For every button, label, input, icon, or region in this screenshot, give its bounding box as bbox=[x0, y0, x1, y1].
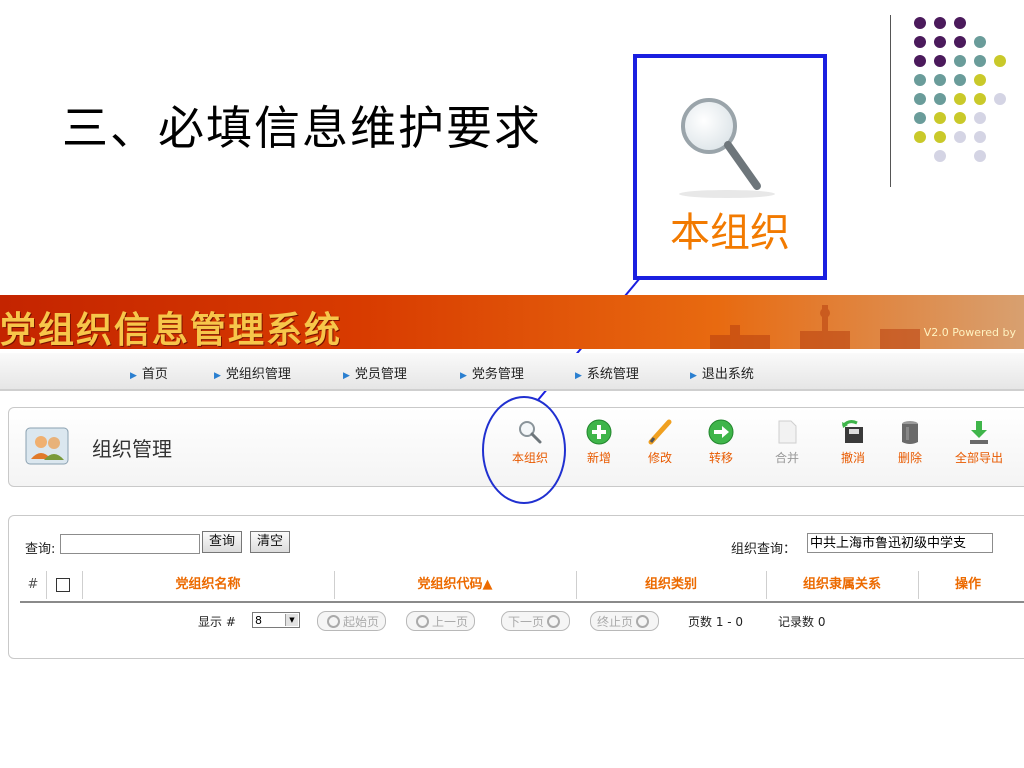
clear-button[interactable]: 清空 bbox=[250, 531, 291, 553]
nav-item-member-management[interactable]: ▶ 党员管理 bbox=[343, 363, 407, 382]
zoom-callout-label: 本组织 bbox=[670, 210, 790, 256]
nav-arrow-icon: ▶ bbox=[343, 371, 350, 381]
column-header-org-code[interactable]: 党组织代码▲ bbox=[334, 569, 576, 601]
toolbar-merge-button[interactable]: 合并 bbox=[757, 418, 817, 466]
plus-circle-icon bbox=[586, 419, 612, 445]
magnifier-icon bbox=[679, 98, 775, 198]
nav-arrow-icon: ▶ bbox=[575, 371, 582, 381]
nav-arrow-icon: ▶ bbox=[214, 371, 221, 381]
page-count-text: 页数 1 - 0 bbox=[688, 615, 744, 629]
toolbar-add-button[interactable]: 新增 bbox=[569, 418, 629, 466]
column-header-index: # bbox=[27, 577, 39, 592]
nav-item-org-management[interactable]: ▶ 党组织管理 bbox=[214, 363, 291, 382]
org-list-panel: 查询: 查询 清空 组织查询： 中共上海市鲁迅初级中学支 # 党组织名称 党组织… bbox=[8, 515, 1024, 659]
last-page-button[interactable]: 终止页 bbox=[590, 611, 660, 631]
highlight-circle bbox=[482, 396, 566, 504]
nav-item-logout[interactable]: ▶ 退出系统 bbox=[690, 363, 754, 382]
nav-arrow-icon: ▶ bbox=[460, 371, 467, 381]
nav-item-home[interactable]: ▶ 首页 bbox=[130, 363, 168, 382]
nav-item-affairs-management[interactable]: ▶ 党务管理 bbox=[460, 363, 524, 382]
circle-icon bbox=[547, 615, 561, 628]
app-version: V2.0 Powered by bbox=[923, 326, 1016, 339]
column-divider bbox=[46, 571, 47, 599]
trash-icon bbox=[902, 421, 918, 444]
org-query-label: 组织查询： bbox=[731, 542, 797, 557]
main-nav: ▶ 首页 ▶ 党组织管理 ▶ 党员管理 ▶ 党务管理 ▶ 系统管理 ▶ 退出系统 bbox=[0, 353, 1024, 391]
panel-title: 组织管理 bbox=[92, 437, 172, 461]
record-count-text: 记录数 0 bbox=[778, 615, 826, 629]
city-skyline-icon bbox=[710, 305, 920, 349]
app-title: 党组织信息管理系统 bbox=[0, 310, 343, 349]
nav-arrow-icon: ▶ bbox=[690, 371, 697, 381]
table-header: # 党组织名称 党组织代码▲ 组织类别 组织隶属关系 操作 bbox=[20, 569, 1024, 603]
toolbar-transfer-button[interactable]: 转移 bbox=[691, 418, 751, 466]
arrow-circle-icon bbox=[708, 419, 734, 445]
select-all-checkbox[interactable] bbox=[56, 578, 70, 592]
download-icon bbox=[970, 421, 988, 444]
undo-disk-icon bbox=[841, 420, 863, 443]
first-page-button[interactable]: 起始页 bbox=[317, 611, 387, 631]
app-banner: 党组织信息管理系统 V2.0 Powered by bbox=[0, 295, 1024, 349]
toolbar-delete-button[interactable]: 删除 bbox=[880, 418, 940, 466]
document-icon bbox=[778, 420, 797, 444]
search-input[interactable] bbox=[60, 534, 200, 554]
toolbar-revoke-button[interactable]: 撤消 bbox=[823, 418, 883, 466]
column-header-actions: 操作 bbox=[954, 577, 981, 592]
circle-icon bbox=[416, 615, 429, 628]
org-query-field[interactable]: 中共上海市鲁迅初级中学支 bbox=[807, 533, 993, 553]
nav-arrow-icon: ▶ bbox=[130, 371, 137, 381]
column-header-affiliation[interactable]: 组织隶属关系 bbox=[766, 569, 918, 601]
pagination-bar: 显示 # 8 ▼ 起始页 上一页 下一页 终止页 页数 1 - 0 记录数 0 bbox=[20, 608, 1024, 636]
pencil-icon bbox=[648, 419, 672, 445]
column-header-org-type[interactable]: 组织类别 bbox=[576, 569, 766, 601]
toolbar-export-all-button[interactable]: 全部导出 bbox=[949, 418, 1009, 466]
toolbar-edit-button[interactable]: 修改 bbox=[630, 418, 690, 466]
column-header-org-name[interactable]: 党组织名称 bbox=[82, 569, 334, 601]
zoom-callout: 本组织 bbox=[633, 54, 827, 280]
search-label: 查询: bbox=[25, 542, 56, 557]
nav-item-system-management[interactable]: ▶ 系统管理 bbox=[575, 363, 639, 382]
search-button[interactable]: 查询 bbox=[202, 531, 243, 553]
page-size-label: 显示 # bbox=[198, 615, 236, 629]
org-people-icon bbox=[25, 427, 69, 465]
next-page-button[interactable]: 下一页 bbox=[501, 611, 571, 631]
page-size-select[interactable]: 8 ▼ bbox=[252, 612, 300, 628]
circle-icon bbox=[327, 615, 340, 628]
circle-icon bbox=[636, 615, 650, 628]
prev-page-button[interactable]: 上一页 bbox=[406, 611, 476, 631]
chevron-down-icon: ▼ bbox=[285, 614, 298, 626]
